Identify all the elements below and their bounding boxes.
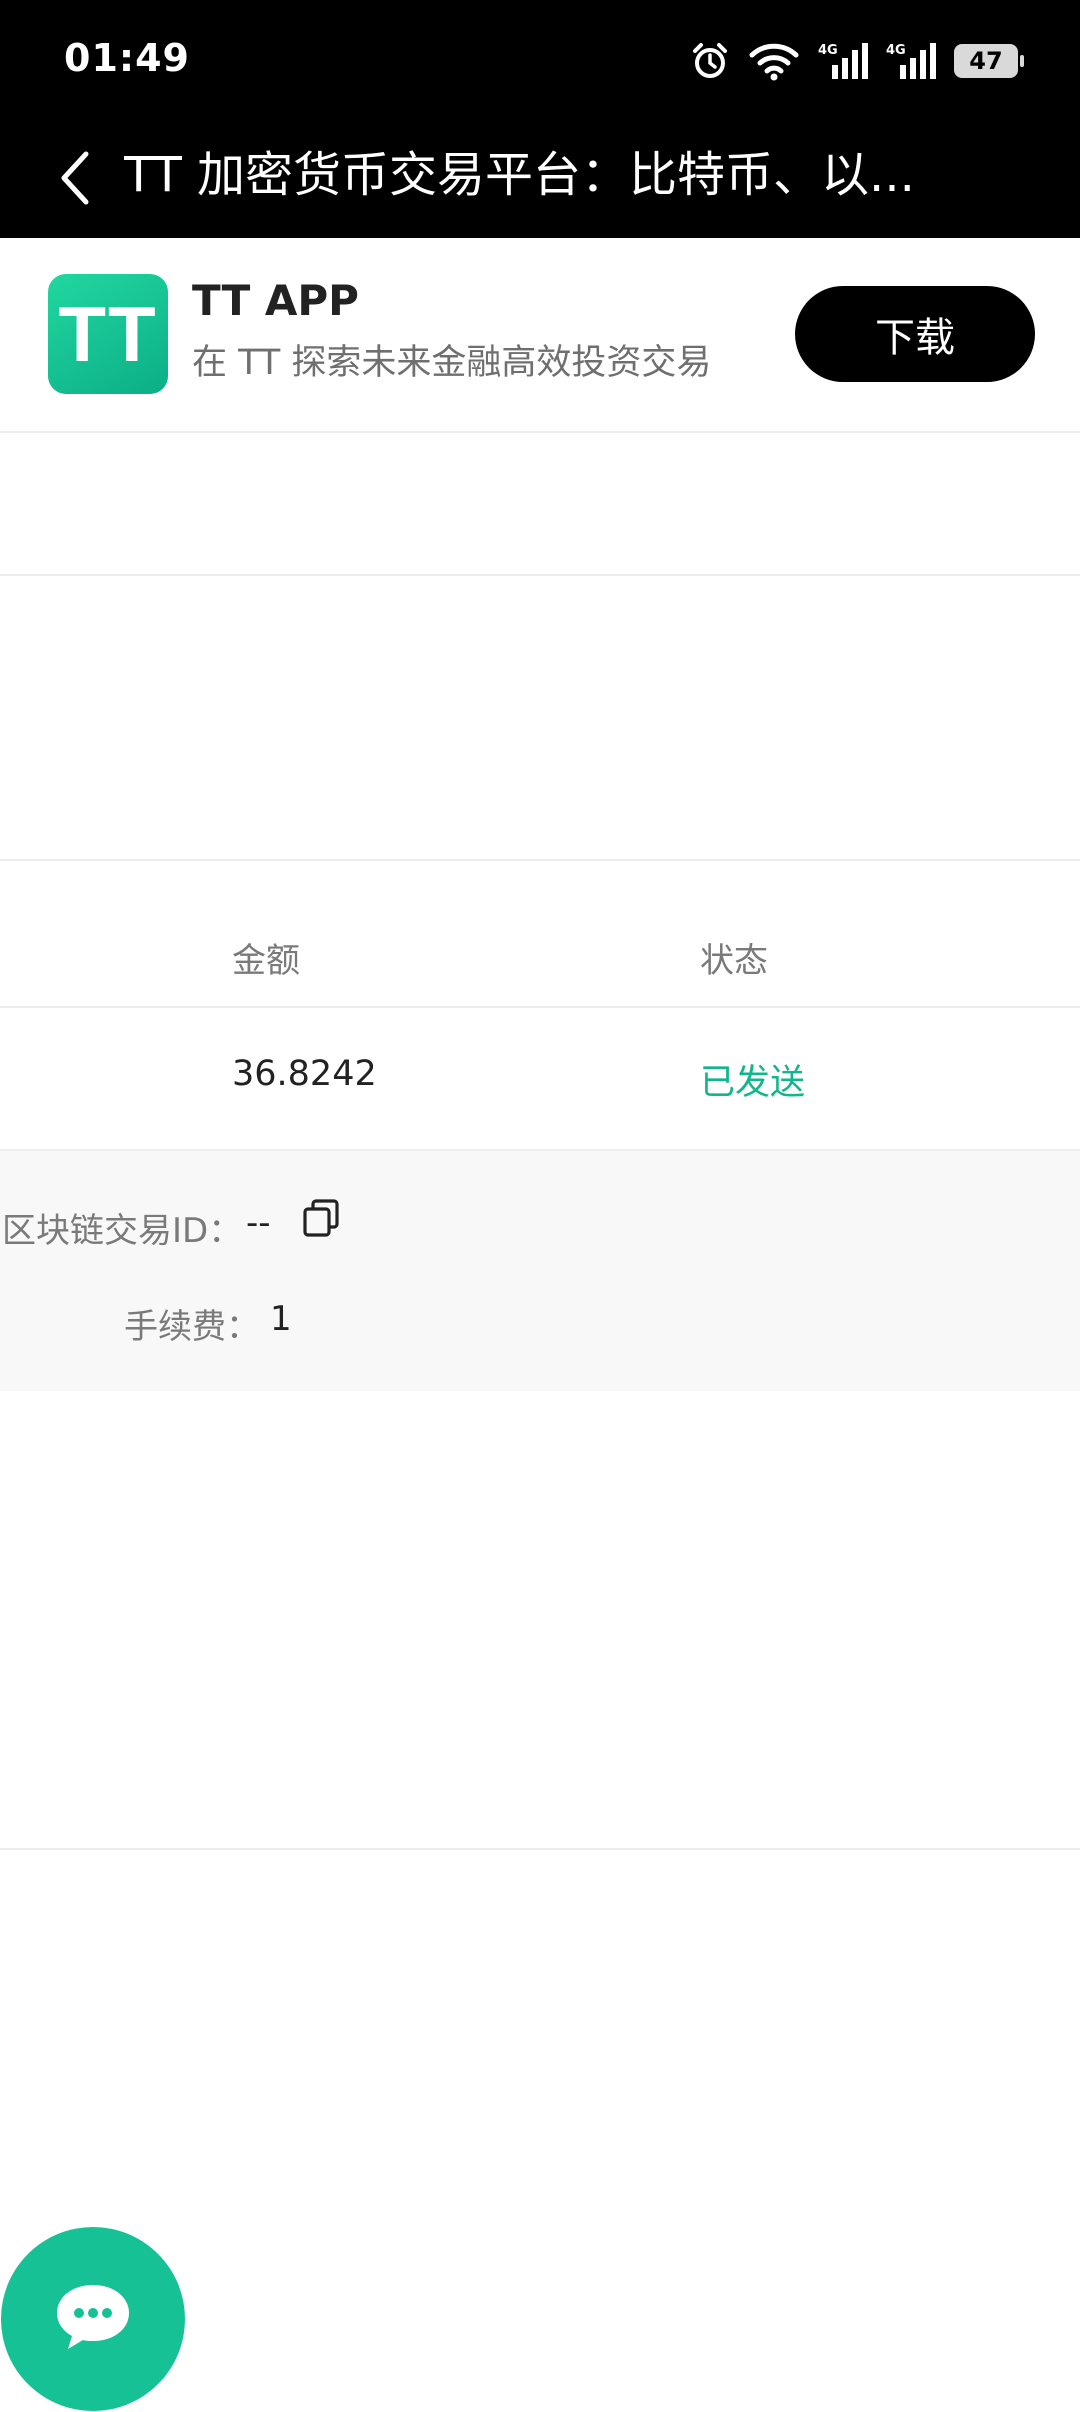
page-title: TT 加密货币交易平台：比特币、以... <box>124 147 915 203</box>
svg-text:4G: 4G <box>818 43 838 58</box>
back-button[interactable] <box>36 140 116 220</box>
copy-button[interactable] <box>296 1195 346 1245</box>
app-name: TT APP <box>192 276 359 325</box>
status-time: 01:49 <box>64 36 190 80</box>
copy-icon <box>301 1198 341 1242</box>
app-logo: TT <box>48 274 168 394</box>
alarm-icon <box>690 41 730 81</box>
signal-4g-icon: 4G <box>886 41 936 81</box>
app-description: 在 TT 探索未来金融高效投资交易 <box>192 343 712 383</box>
download-button[interactable]: 下载 <box>795 286 1035 382</box>
status-icons: 4G 4G 47 <box>690 38 1024 84</box>
app-banner: TT TT APP 在 TT 探索未来金融高效投资交易 下载 <box>0 238 1080 433</box>
table-row-amount: 36.8242 <box>232 1054 377 1094</box>
section-divider <box>0 1848 1080 1850</box>
column-header-amount: 金额 <box>232 941 300 981</box>
tx-id-label: 区块链交易ID： <box>2 1211 243 1251</box>
table-header-divider <box>0 1006 1080 1008</box>
tx-id-value: -- <box>246 1203 271 1243</box>
battery-icon: 47 <box>954 44 1024 78</box>
section-divider <box>0 574 1080 576</box>
chat-bubble-icon <box>53 2281 133 2357</box>
details-panel: 区块链交易ID： -- 手续费： 1 <box>0 1151 1080 1391</box>
wifi-icon <box>748 41 800 81</box>
fee-value: 1 <box>270 1299 292 1339</box>
svg-text:4G: 4G <box>886 43 906 58</box>
chat-button[interactable] <box>1 2227 185 2411</box>
fee-label: 手续费： <box>124 1307 260 1347</box>
column-header-status: 状态 <box>700 941 768 981</box>
signal-4g-icon: 4G <box>818 41 868 81</box>
back-arrow-icon <box>56 150 96 210</box>
title-bar: TT 加密货币交易平台：比特币、以... <box>0 120 1080 238</box>
section-divider <box>0 859 1080 861</box>
status-bar: 01:49 4G 4G 47 <box>0 0 1080 120</box>
table-row-status: 已发送 <box>700 1063 806 1103</box>
